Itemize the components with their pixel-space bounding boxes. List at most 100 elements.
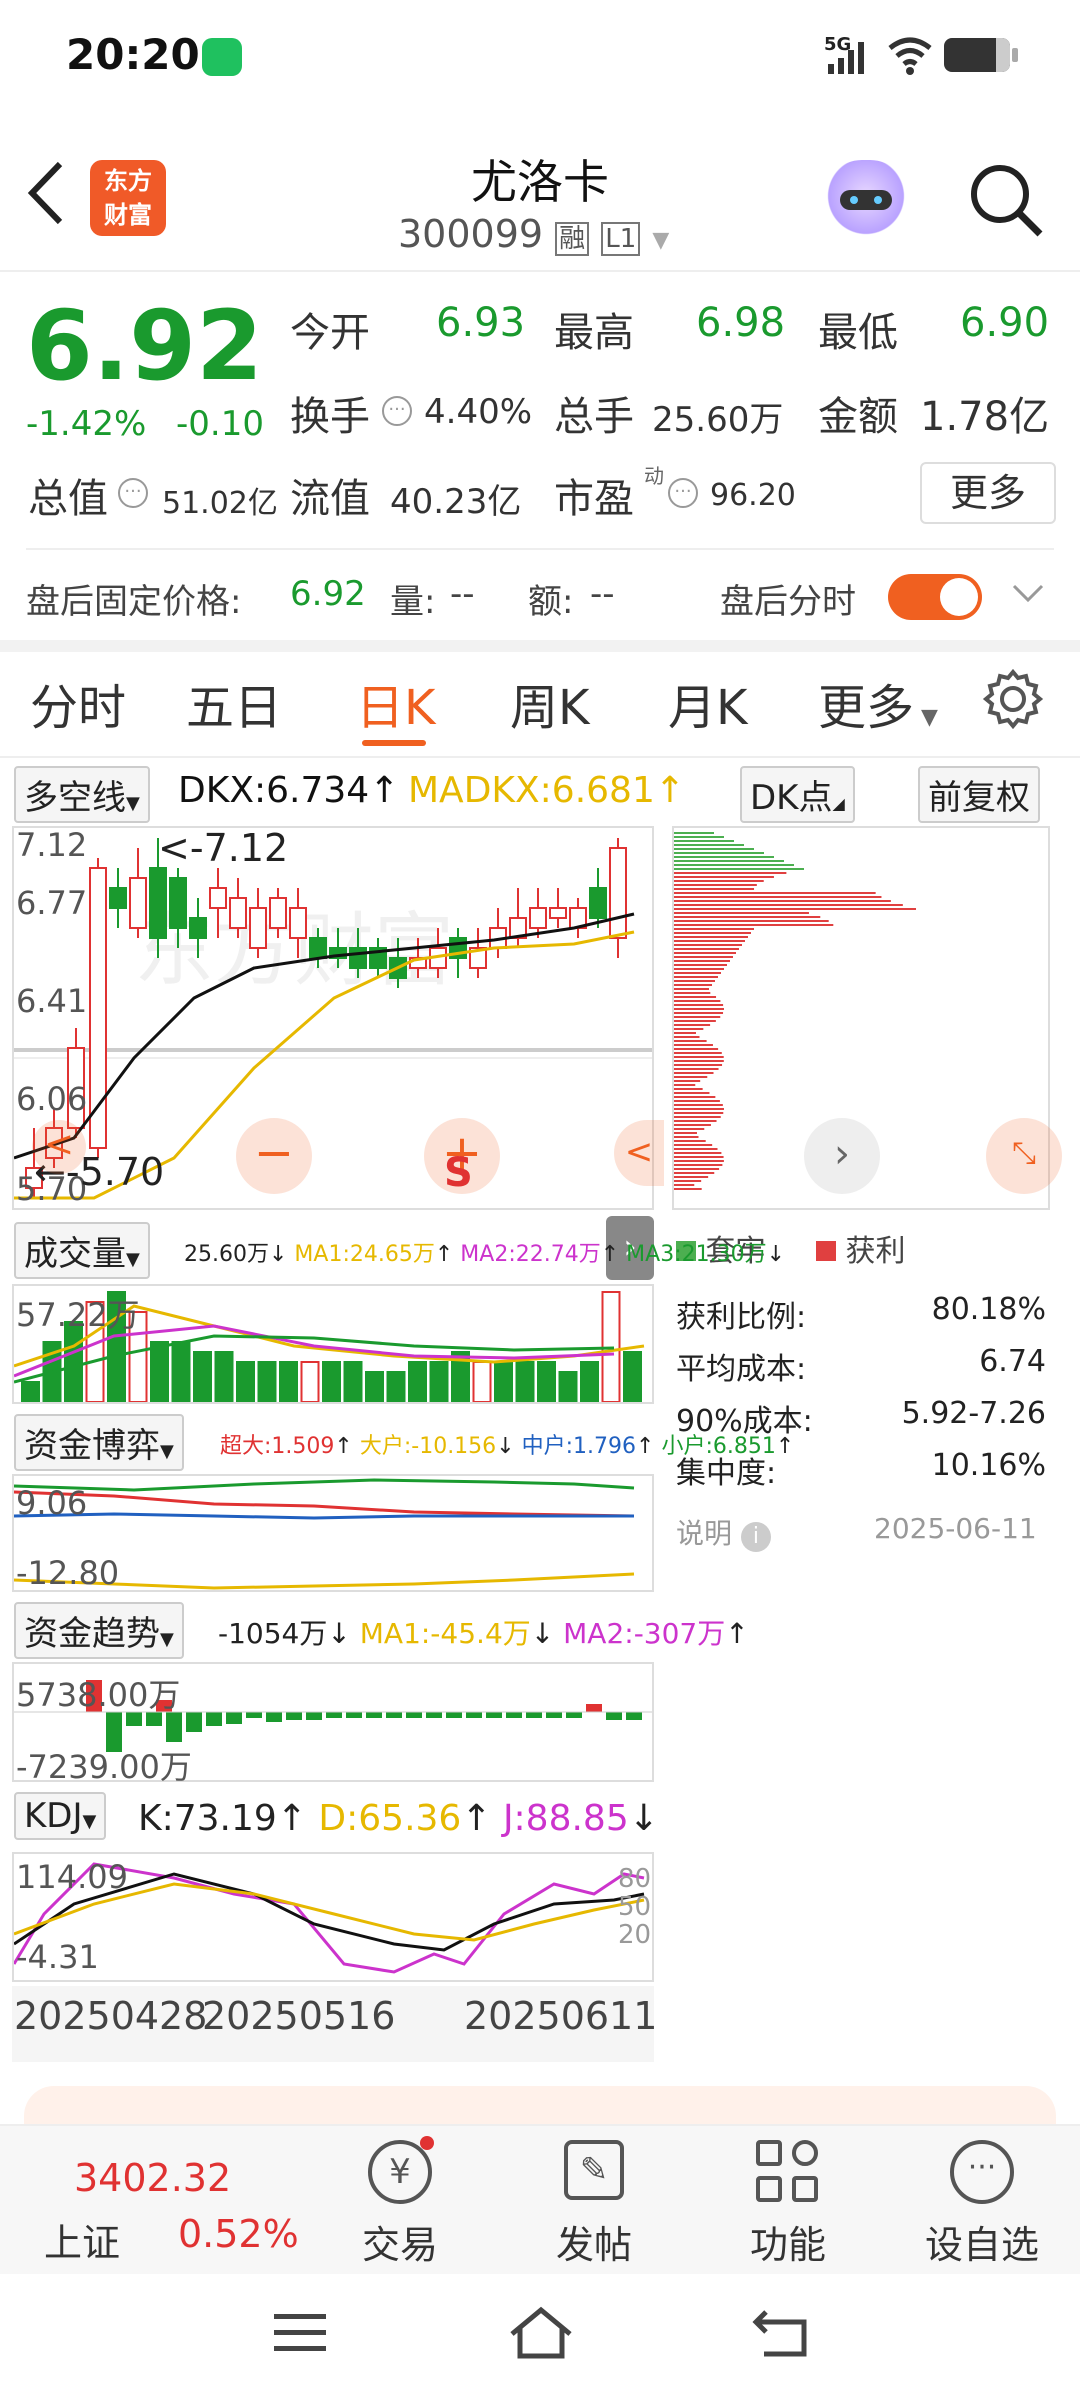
pe-value: 96.20 [710, 478, 796, 513]
volume-legend: 25.60万↓ MA1:24.65万↑ MA2:22.74万↑ MA3:21.3… [184, 1242, 786, 1267]
x-axis-dates: 20250428 20250516 20250611 [12, 1986, 657, 2062]
chevron-right-button[interactable]: › [804, 1118, 880, 1194]
index-name: 上证 [44, 2221, 121, 2265]
signal-icon: 5G [824, 34, 876, 76]
zoom-out-button[interactable]: − [236, 1118, 312, 1194]
volume-chart[interactable]: 57.22万 [12, 1284, 654, 1404]
stock-name: 尤洛卡 [471, 155, 609, 209]
chevron-down-icon[interactable] [1010, 578, 1046, 612]
after-hours-amt-label: 额: [528, 582, 574, 622]
float-cap-value: 40.23亿 [390, 482, 522, 522]
fund-game-legend: 超大:1.509↑ 大户:-10.156↓ 中户:1.796↑ 小户:6.851… [220, 1434, 795, 1459]
amount-label: 金额 [818, 394, 898, 440]
kdj-chart[interactable]: 114.09 -4.31 80 50 20 [12, 1852, 654, 1982]
search-icon[interactable] [966, 160, 1046, 244]
chip-stat-row: 获利比例: 80.18% [676, 1292, 1046, 1335]
info-icon[interactable]: ··· [118, 478, 148, 508]
app-logo: 东方 财富 [90, 160, 166, 236]
sell-marker: S [444, 1150, 473, 1196]
y-label: 6.77 [16, 884, 88, 922]
after-hours-vol-label: 量: [390, 582, 436, 622]
chip-distribution-chart[interactable]: › ⤡ [672, 826, 1062, 1210]
menu-icon[interactable] [272, 2310, 328, 2360]
tab-weekly-k[interactable]: 周K [510, 668, 589, 738]
fund-game-select[interactable]: 资金博弈▼ [14, 1414, 184, 1471]
index-pct: 0.52% [178, 2212, 299, 2256]
chip-note[interactable]: 说明 i [676, 1512, 771, 1552]
after-hours-toggle[interactable] [888, 574, 982, 620]
info-icon[interactable]: ··· [382, 396, 412, 426]
indicator-select[interactable]: 多空线▼ [14, 766, 150, 823]
robot-avatar[interactable] [822, 160, 910, 240]
float-cap-label: 流值 [290, 476, 370, 522]
expand-icon[interactable]: ⤡ [986, 1118, 1062, 1194]
high-label: 最高 [554, 310, 634, 356]
after-hours-price: 6.92 [290, 574, 366, 614]
volume-y-label: 57.22万 [16, 1296, 140, 1334]
open-value: 6.93 [436, 300, 526, 346]
chevron-down-icon: ▼ [914, 705, 938, 730]
high-value: 6.98 [696, 300, 786, 346]
tab-daily-k[interactable]: 日K [356, 668, 435, 738]
high-marker: <-7.12 [158, 826, 289, 870]
tab-more[interactable]: 更多 ▼ [818, 668, 938, 738]
fund-trend-y-bottom: -7239.00万 [16, 1748, 192, 1786]
fund-trend-select[interactable]: 资金趋势▼ [14, 1602, 184, 1659]
kdj-level: 50 [618, 1892, 652, 1922]
y-label: 6.41 [16, 982, 88, 1020]
back-icon[interactable] [24, 158, 68, 232]
chip-stat-row: 平均成本: 6.74 [676, 1344, 1046, 1387]
volume-select[interactable]: 成交量▼ [14, 1222, 150, 1279]
fund-game-y-top: 9.06 [16, 1484, 88, 1522]
volume-label: 总手 [554, 394, 634, 440]
dk-point-button[interactable]: DK点◢ [740, 766, 855, 823]
kdj-level: 20 [618, 1920, 652, 1950]
madkx-value: MADKX:6.681↑ [408, 770, 686, 811]
edit-icon: ✎ [564, 2140, 624, 2200]
stock-code-row[interactable]: 300099 融 L1 ▼ [398, 212, 669, 256]
pe-superscript: 动 [644, 464, 664, 488]
info-icon[interactable]: ··· [668, 478, 698, 508]
level-badge: L1 [601, 222, 641, 256]
nav-functions[interactable]: 功能 [708, 2140, 868, 2269]
kdj-y-bottom: -4.31 [16, 1938, 99, 1976]
after-hours-vol: -- [450, 574, 475, 614]
wechat-icon [202, 38, 242, 76]
change-value: -0.10 [176, 404, 264, 444]
legend-profit: 获利 [816, 1226, 906, 1270]
fund-game-y-bottom: -12.80 [16, 1554, 120, 1592]
tab-monthly-k[interactable]: 月K [668, 668, 747, 738]
chevron-down-icon: ▼ [652, 228, 670, 253]
more-button[interactable]: 更多 [920, 462, 1056, 524]
kline-chart[interactable]: 东方财富 7.12 6.77 6.41 6.06 5.70 <-7.12 ←-5… [12, 826, 664, 1210]
open-label: 今开 [290, 310, 370, 356]
settings-gear-icon[interactable] [982, 668, 1044, 734]
after-hours-switch-label: 盘后分时 [720, 582, 856, 622]
nav-trade[interactable]: ¥ 交易 [320, 2136, 480, 2269]
scroll-left-button[interactable]: < [32, 1120, 86, 1174]
fund-trend-chart[interactable]: 5738.00万 -7239.00万 [12, 1662, 654, 1786]
battery-icon [944, 38, 1018, 72]
low-label: 最低 [818, 310, 898, 356]
nav-post[interactable]: ✎ 发帖 [514, 2140, 674, 2269]
tab-five-day[interactable]: 五日 [186, 668, 282, 738]
stock-code: 300099 [398, 212, 544, 256]
home-icon[interactable] [508, 2306, 574, 2364]
margin-badge: 融 [555, 222, 590, 256]
turnover-value: 4.40% [424, 392, 533, 432]
y-label: 6.06 [16, 1080, 88, 1118]
y-label: 7.12 [16, 826, 88, 864]
tab-intraday[interactable]: 分时 [30, 668, 126, 738]
back-nav-icon[interactable] [752, 2306, 812, 2364]
volume-value: 25.60万 [652, 400, 784, 440]
after-hours-amt: -- [590, 574, 615, 614]
wifi-icon [886, 34, 934, 80]
promo-banner[interactable] [24, 2086, 1056, 2126]
nav-watchlist[interactable]: ··· 设自选 [902, 2140, 1062, 2269]
fund-trend-y-top: 5738.00万 [16, 1676, 181, 1714]
total-cap: 51.02亿 [162, 486, 278, 521]
kdj-select[interactable]: KDJ▼ [14, 1792, 107, 1840]
fund-game-chart[interactable]: 9.06 -12.80 [12, 1474, 654, 1592]
adjust-button[interactable]: 前复权 [918, 766, 1040, 823]
index-value[interactable]: 3402.32 [74, 2156, 231, 2200]
